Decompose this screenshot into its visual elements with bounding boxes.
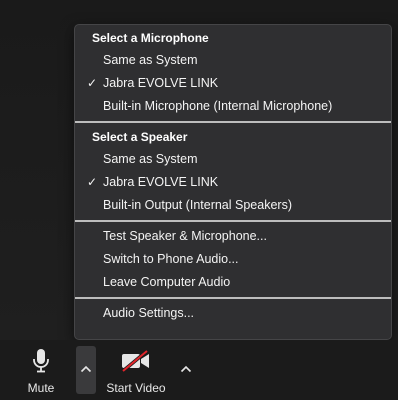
settings-section: Audio Settings... (75, 302, 391, 325)
menu-item-audio-settings[interactable]: Audio Settings... (75, 302, 391, 325)
audio-options-menu: Select a Microphone Same as System ✓ Jab… (74, 24, 392, 340)
menu-item-label: Leave Computer Audio (103, 275, 231, 289)
microphone-icon (33, 349, 49, 373)
video-options-caret-button[interactable] (176, 346, 196, 394)
mute-label: Mute (27, 381, 55, 395)
menu-item-test-speaker-microphone[interactable]: Test Speaker & Microphone... (75, 225, 391, 248)
menu-item-label: Built-in Output (Internal Speakers) (103, 198, 292, 212)
audio-actions-section: Test Speaker & Microphone... Switch to P… (75, 225, 391, 294)
checkmark-icon: ✓ (86, 76, 98, 90)
menu-item-leave-computer-audio[interactable]: Leave Computer Audio (75, 271, 391, 294)
menu-item-label: Test Speaker & Microphone... (103, 229, 267, 243)
menu-item-mic-same-as-system[interactable]: Same as System (75, 49, 391, 72)
meeting-toolbar: Mute Start Video (0, 340, 398, 400)
menu-item-speaker-built-in[interactable]: Built-in Output (Internal Speakers) (75, 194, 391, 217)
chevron-up-icon (180, 365, 192, 373)
menu-divider (75, 121, 391, 123)
microphone-section-header: Select a Microphone (92, 31, 209, 45)
speaker-section: Select a Speaker Same as System ✓ Jabra … (75, 126, 391, 217)
menu-item-label: Audio Settings... (103, 306, 195, 320)
menu-divider (75, 220, 391, 222)
menu-item-label: Same as System (103, 152, 198, 166)
chevron-up-icon (80, 365, 92, 373)
menu-item-speaker-same-as-system[interactable]: Same as System (75, 148, 391, 171)
menu-item-mic-built-in[interactable]: Built-in Microphone (Internal Microphone… (75, 95, 391, 118)
video-camera-off-icon (121, 350, 149, 372)
mute-button[interactable]: Mute (18, 340, 64, 400)
menu-divider (75, 297, 391, 299)
menu-item-label: Switch to Phone Audio... (103, 252, 239, 266)
menu-item-speaker-jabra-evolve-link[interactable]: ✓ Jabra EVOLVE LINK (75, 171, 391, 194)
checkmark-icon: ✓ (86, 175, 98, 189)
menu-item-label: Jabra EVOLVE LINK (103, 175, 219, 189)
menu-item-label: Jabra EVOLVE LINK (103, 76, 219, 90)
speaker-section-header: Select a Speaker (92, 130, 188, 144)
menu-item-mic-jabra-evolve-link[interactable]: ✓ Jabra EVOLVE LINK (75, 72, 391, 95)
menu-item-label: Same as System (103, 53, 198, 67)
start-video-label: Start Video (106, 381, 166, 395)
menu-item-label: Built-in Microphone (Internal Microphone… (103, 99, 333, 113)
menu-item-switch-to-phone-audio[interactable]: Switch to Phone Audio... (75, 248, 391, 271)
start-video-button[interactable]: Start Video (96, 340, 176, 400)
microphone-section: Select a Microphone Same as System ✓ Jab… (75, 27, 391, 118)
audio-options-caret-button[interactable] (76, 346, 96, 394)
